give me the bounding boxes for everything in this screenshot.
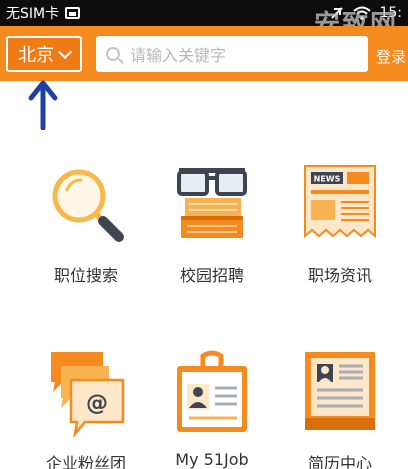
wifi-icon	[353, 6, 372, 20]
city-selector-button[interactable]: 北京	[6, 36, 82, 72]
tile-my-51job[interactable]: My 51Job	[144, 348, 280, 469]
chevron-down-icon	[57, 44, 73, 59]
tile-job-search[interactable]: 职位搜索	[18, 160, 154, 286]
svg-text:@: @	[86, 391, 108, 416]
tile-label: 职场资讯	[307, 266, 372, 285]
annotation-arrow-icon	[28, 80, 58, 130]
newspaper-icon: NEWS	[304, 165, 376, 239]
carrier-text: 无SIM卡	[6, 6, 60, 22]
tile-label: My 51Job	[175, 450, 249, 469]
tile-label: 校园招聘	[179, 266, 244, 285]
muted-icon	[331, 7, 344, 19]
glasses-books-icon	[177, 168, 247, 238]
magnifier-icon	[52, 169, 124, 242]
status-bar: 无SIM卡 15:	[0, 0, 408, 26]
tile-label: 简历中心	[307, 454, 372, 469]
clock-time: 15:	[379, 5, 402, 21]
resume-icon	[305, 352, 375, 430]
app-header: 北京 请输入关键字 登录	[0, 26, 408, 81]
status-right: 15:	[329, 5, 402, 21]
search-icon	[106, 47, 120, 61]
search-placeholder: 请输入关键字	[130, 46, 227, 65]
tile-company-fan-club[interactable]: @ 企业粉丝团	[18, 348, 154, 469]
tile-campus-recruitment[interactable]: 校园招聘	[144, 160, 280, 286]
city-label: 北京	[18, 45, 54, 66]
chat-bubbles-icon: @	[51, 352, 125, 439]
svg-text:NEWS: NEWS	[314, 175, 341, 184]
id-badge-icon	[177, 350, 247, 432]
tile-label: 企业粉丝团	[45, 454, 126, 469]
login-button[interactable]: 登录	[376, 46, 406, 67]
tile-workplace-news[interactable]: NEWS 职场资讯	[272, 160, 408, 286]
tile-resume-center[interactable]: 简历中心	[272, 348, 408, 469]
search-input[interactable]: 请输入关键字	[96, 36, 368, 72]
tile-label: 职位搜索	[53, 266, 118, 285]
image-notification-icon	[65, 7, 81, 19]
